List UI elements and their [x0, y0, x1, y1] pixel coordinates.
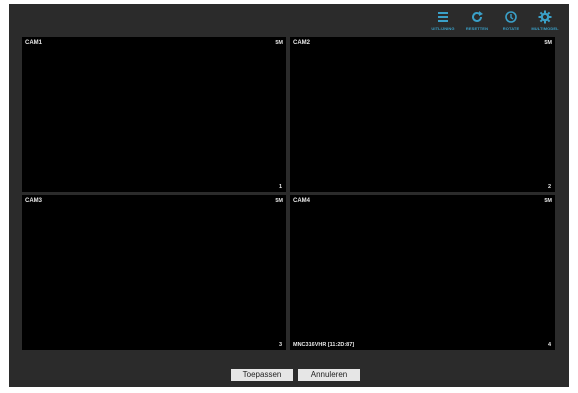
camera-resolution: 5M	[544, 198, 552, 204]
rotate-icon	[505, 11, 517, 23]
camera-name: CAM1	[25, 40, 43, 46]
align-label: UITLIJNING	[431, 26, 455, 31]
multimodel-label: MULTIMODEL	[531, 26, 559, 31]
cancel-button[interactable]: Annuleren	[298, 369, 360, 381]
camera-resolution: 5M	[275, 40, 283, 46]
camera-channel-number: 2	[547, 184, 551, 190]
gear-icon	[538, 10, 552, 24]
rotate-label: ROTATE	[502, 26, 520, 31]
camera-channel-number: 3	[278, 342, 282, 348]
refresh-icon	[472, 11, 483, 22]
camera-channel-number: 4	[547, 342, 551, 348]
camera-model-info: MNC316VHR [11:2D:87]	[293, 342, 355, 348]
camera-resolution: 5M	[275, 198, 283, 204]
camera-name: CAM3	[25, 198, 43, 204]
camera-tile-3[interactable]: CAM3 5M 3	[22, 195, 286, 350]
camera-tile-4[interactable]: CAM4 5M MNC316VHR [11:2D:87] 4	[290, 195, 555, 350]
camera-tile-1[interactable]: CAM1 5M 1	[22, 37, 286, 192]
toolbar: UITLIJNING RESETTEN ROTATE MULTIMODEL	[429, 8, 559, 34]
camera-setup-panel: UITLIJNING RESETTEN ROTATE MULTIMODEL CA…	[9, 4, 569, 387]
camera-channel-number: 1	[278, 184, 282, 190]
reset-label: RESETTEN	[465, 26, 489, 31]
camera-tile-2[interactable]: CAM2 5M 2	[290, 37, 555, 192]
layout-list-icon	[438, 12, 448, 22]
multimodel-button[interactable]: MULTIMODEL	[531, 8, 559, 34]
camera-name: CAM4	[293, 198, 311, 204]
rotate-button[interactable]: ROTATE	[497, 8, 525, 34]
camera-name: CAM2	[293, 40, 311, 46]
camera-resolution: 5M	[544, 40, 552, 46]
align-button[interactable]: UITLIJNING	[429, 8, 457, 34]
reset-button[interactable]: RESETTEN	[463, 8, 491, 34]
apply-button[interactable]: Toepassen	[231, 369, 293, 381]
